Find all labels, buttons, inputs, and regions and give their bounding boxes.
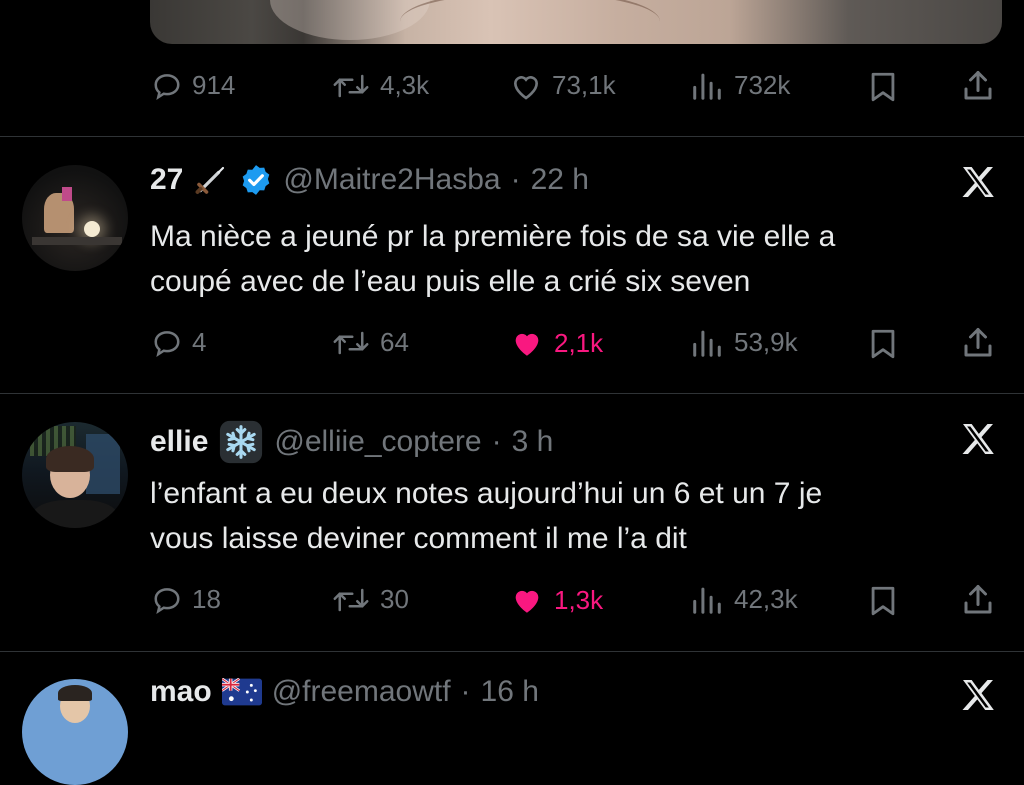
bookmark-icon	[871, 586, 895, 616]
reply-count: 4	[192, 327, 207, 357]
tweet-divider	[0, 651, 1024, 652]
snowflake-emoji-icon	[220, 420, 263, 464]
post-media-image[interactable]	[150, 0, 1002, 44]
reply-count: 18	[192, 584, 221, 614]
timestamp[interactable]: 16 h	[481, 675, 539, 709]
tweet-text-line: Ma nièce a jeuné pr la première fois de …	[150, 220, 836, 253]
views-count: 42,3k	[734, 584, 798, 614]
tweet-text-line: l’enfant a eu deux notes aujourd’hui un …	[150, 477, 823, 510]
avatar-flag	[62, 187, 72, 201]
views-icon	[693, 330, 721, 357]
reply-button[interactable]: 4	[152, 327, 206, 358]
views-button[interactable]: 53,9k	[690, 327, 798, 358]
separator-dot: ·	[460, 675, 471, 708]
repost-button[interactable]: 30	[332, 584, 409, 615]
share-icon	[964, 328, 992, 357]
timestamp[interactable]: 3 h	[512, 425, 554, 459]
bookmark-button[interactable]	[866, 327, 900, 361]
display-name[interactable]: ellie	[150, 425, 208, 459]
repost-button[interactable]: 4,3k	[332, 70, 429, 101]
heart-filled-icon	[515, 590, 539, 613]
like-count: 73,1k	[552, 70, 616, 100]
tweet-divider	[0, 393, 1024, 394]
heart-filled-icon	[515, 333, 539, 356]
australia-flag-emoji-icon	[221, 678, 262, 706]
views-icon	[693, 73, 721, 100]
bookmark-icon	[871, 72, 895, 102]
views-count: 732k	[734, 70, 791, 100]
avatar-lamp	[84, 221, 100, 237]
tweet-text-line: vous laisse deviner comment il me l’a di…	[150, 522, 687, 555]
share-button[interactable]	[960, 68, 996, 104]
avatar[interactable]	[22, 422, 128, 528]
image-detail	[400, 0, 660, 44]
avatar-desk	[32, 237, 122, 245]
repost-count: 30	[380, 584, 409, 614]
timestamp[interactable]: 22 h	[531, 163, 589, 197]
repost-icon	[333, 331, 369, 354]
like-button[interactable]: 1,3k	[510, 584, 603, 616]
avatar-hair	[46, 446, 94, 472]
avatar-hair	[58, 685, 92, 701]
display-name[interactable]: mao	[150, 675, 212, 709]
repost-button[interactable]: 64	[332, 327, 409, 358]
views-button[interactable]: 732k	[690, 70, 790, 101]
reply-button[interactable]: 18	[152, 584, 221, 615]
handle[interactable]: @elliie_coptere	[274, 425, 481, 459]
like-count: 1,3k	[554, 584, 604, 615]
views-count: 53,9k	[734, 327, 798, 357]
bookmark-button[interactable]	[866, 70, 900, 104]
like-count: 2,1k	[554, 327, 604, 358]
separator-dot: ·	[510, 163, 521, 196]
avatar-body	[32, 500, 118, 528]
verified-badge-icon	[243, 165, 270, 195]
share-button[interactable]	[960, 582, 996, 618]
repost-icon	[333, 588, 369, 611]
tweet-text-line: coupé avec de l’eau puis elle a crié six…	[150, 265, 751, 298]
views-icon	[693, 587, 721, 614]
reply-icon	[154, 587, 180, 614]
handle[interactable]: @Maitre2Hasba	[283, 163, 500, 197]
repost-count: 64	[380, 327, 409, 357]
x-logo-icon[interactable]	[958, 162, 998, 202]
like-button[interactable]: 2,1k	[510, 327, 603, 359]
separator-dot: ·	[491, 425, 502, 458]
repost-icon	[333, 74, 369, 97]
like-button[interactable]: 73,1k	[510, 70, 616, 101]
heart-icon	[513, 75, 539, 100]
views-button[interactable]: 42,3k	[690, 584, 798, 615]
reply-button[interactable]: 914	[152, 70, 235, 101]
share-icon	[964, 585, 992, 614]
repost-count: 4,3k	[380, 70, 430, 100]
reply-icon	[154, 73, 180, 100]
share-button[interactable]	[960, 325, 996, 361]
avatar[interactable]	[22, 679, 128, 785]
tweet-divider	[0, 136, 1024, 137]
reply-count: 914	[192, 70, 236, 100]
x-logo-icon[interactable]	[958, 419, 998, 459]
share-icon	[964, 71, 992, 100]
x-logo-icon[interactable]	[958, 675, 998, 715]
dagger-emoji-icon	[195, 166, 225, 194]
tweet-header: mao @freemaowtf · 16 h	[150, 675, 539, 709]
display-name[interactable]: 27	[150, 163, 183, 197]
tweet-header: ellie @elliie_coptere · 3 h	[150, 419, 553, 465]
tweet-header: 27 @Maitre2Hasba · 22 h	[150, 162, 589, 198]
avatar[interactable]	[22, 165, 128, 271]
handle[interactable]: @freemaowtf	[272, 675, 451, 709]
reply-icon	[154, 330, 180, 357]
bookmark-button[interactable]	[866, 584, 900, 618]
bookmark-icon	[871, 329, 895, 359]
